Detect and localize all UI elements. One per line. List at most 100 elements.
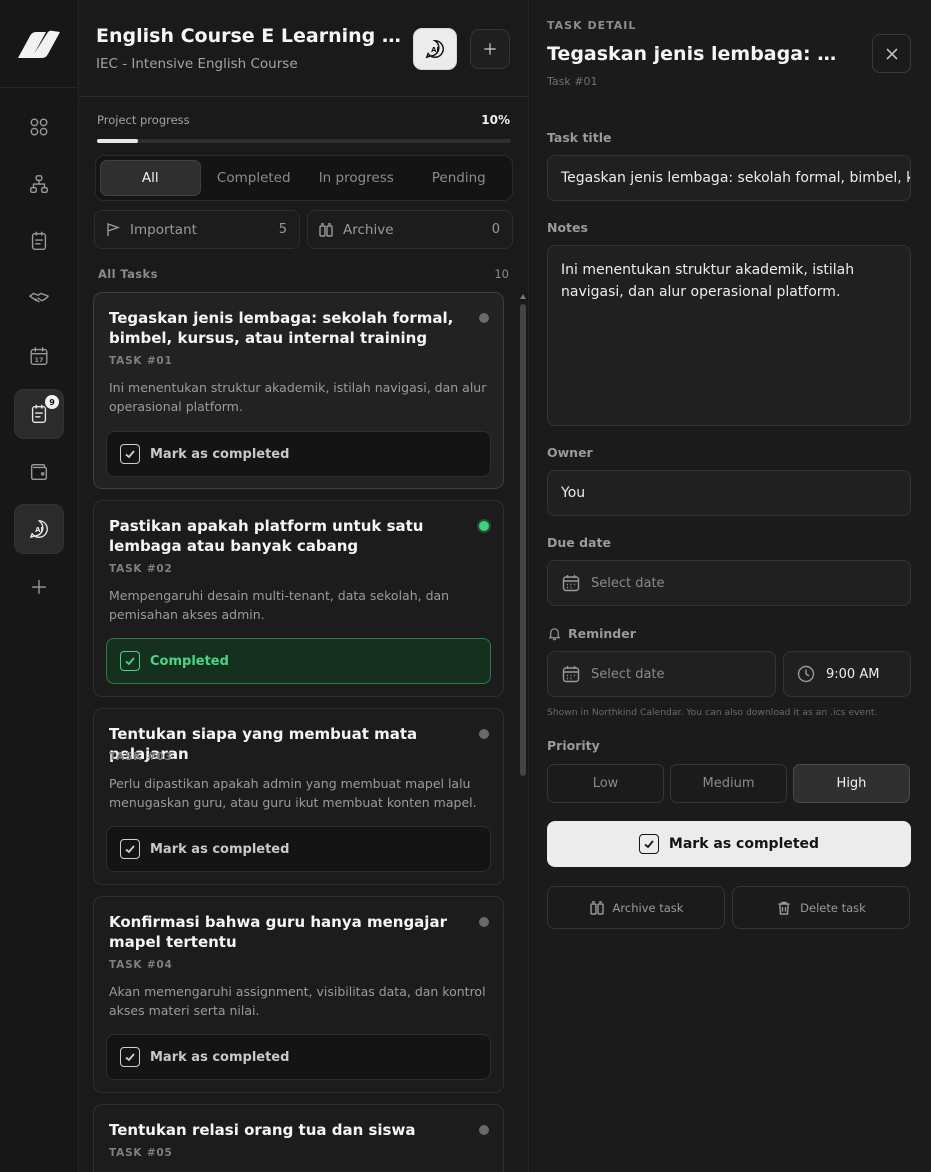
reminder-time-picker[interactable]: 9:00 AM [783, 651, 911, 697]
svg-text:AI: AI [431, 46, 439, 54]
archive-label: Archive [343, 221, 394, 238]
app-logo[interactable] [16, 30, 62, 60]
due-date-picker[interactable]: Select date [547, 560, 911, 606]
archive-icon [319, 222, 333, 237]
progress-percent: 10% [481, 113, 510, 127]
tab-completed[interactable]: Completed [205, 160, 304, 196]
nav-ai-assistant[interactable]: AI [14, 504, 64, 554]
mark-completed-label: Mark as completed [150, 1049, 290, 1065]
task-title: Konfirmasi bahwa guru hanya mengajar map… [109, 913, 447, 951]
scroll-thumb[interactable] [520, 304, 526, 776]
nav-structure[interactable] [14, 159, 64, 209]
mark-completed-button[interactable]: Mark as completed [106, 826, 491, 872]
close-detail-button[interactable] [872, 34, 911, 73]
task-card[interactable]: Tentukan siapa yang membuat mata pelajar… [93, 708, 504, 885]
task-number: TASK #04 [109, 959, 173, 971]
checkbox-icon [120, 839, 140, 859]
wallet-icon [30, 463, 48, 481]
ai-chat-icon: AI [30, 520, 48, 538]
nav-calendar[interactable]: 17 [14, 331, 64, 381]
flag-icon [107, 222, 121, 236]
tasks-count-badge: 9 [45, 395, 59, 409]
task-number: TASK #03 [109, 751, 173, 763]
hierarchy-icon [30, 175, 48, 193]
priority-label: Priority [547, 738, 600, 753]
mark-completed-label: Mark as completed [150, 446, 290, 462]
delete-task-button[interactable]: Delete task [732, 886, 910, 929]
progress-label: Project progress [97, 113, 190, 127]
delete-task-label: Delete task [800, 900, 866, 915]
ai-assistant-button[interactable]: AI [413, 28, 457, 70]
reminder-time-value: 9:00 AM [826, 666, 880, 682]
reminder-label: Reminder [547, 626, 636, 641]
task-number: TASK #01 [109, 355, 173, 367]
all-tasks-count: 10 [494, 267, 509, 281]
task-title-input[interactable]: Tegaskan jenis lembaga: sekolah formal, … [547, 155, 911, 201]
archive-task-label: Archive task [612, 900, 684, 915]
owner-label: Owner [547, 445, 593, 460]
nav-dashboard[interactable] [14, 102, 64, 152]
important-count: 5 [278, 222, 287, 237]
task-list-panel: English Course E Learning Website IEC - … [79, 0, 529, 1172]
notes-textarea[interactable]: Ini menentukan struktur akademik, istila… [547, 245, 911, 426]
tab-all[interactable]: All [100, 160, 201, 196]
task-card[interactable]: Tentukan relasi orang tua dan siswa TASK… [93, 1104, 504, 1172]
task-card[interactable]: Pastikan apakah platform untuk satu lemb… [93, 500, 504, 697]
bell-icon [548, 628, 561, 641]
svg-text:AI: AI [35, 526, 43, 534]
calendar-icon [562, 575, 580, 592]
owner-field[interactable]: You [547, 470, 911, 516]
checkbox-checked-icon [120, 651, 140, 671]
detail-task-number: Task #01 [547, 75, 598, 88]
task-detail-panel: TASK DETAIL Tegaskan jenis lembaga: seko… [530, 0, 931, 1172]
due-date-placeholder: Select date [591, 575, 665, 591]
completed-button[interactable]: Completed [106, 638, 491, 684]
priority-low[interactable]: Low [547, 764, 664, 803]
plus-icon [484, 43, 496, 55]
status-dot [479, 917, 489, 927]
important-filter[interactable]: Important 5 [94, 210, 300, 249]
archive-filter[interactable]: Archive 0 [307, 210, 513, 249]
progress-fill [97, 139, 139, 143]
task-card[interactable]: Tegaskan jenis lembaga: sekolah formal, … [93, 292, 504, 489]
scroll-up-arrow[interactable] [520, 294, 526, 299]
archive-icon [589, 900, 604, 915]
tab-in-progress[interactable]: In progress [307, 160, 406, 196]
archive-task-button[interactable]: Archive task [547, 886, 725, 929]
nav-add[interactable] [14, 562, 64, 612]
nav-tasks[interactable]: 9 [14, 389, 64, 439]
nav-notes[interactable] [14, 216, 64, 266]
mark-completed-button[interactable]: Mark as completed [106, 431, 491, 477]
detail-kicker: TASK DETAIL [547, 19, 637, 32]
task-list-scrollbar[interactable] [520, 294, 526, 1172]
handshake-icon [29, 292, 49, 303]
checkbox-icon [638, 834, 659, 854]
svg-text:17: 17 [35, 356, 44, 364]
calendar-icon: 17 [30, 347, 48, 365]
task-number: TASK #02 [109, 563, 173, 575]
priority-high[interactable]: High [793, 764, 910, 803]
priority-medium[interactable]: Medium [670, 764, 787, 803]
add-task-button[interactable] [470, 29, 510, 69]
reminder-helper-text: Shown in Northkind Calendar. You can als… [547, 707, 878, 718]
task-note: Mempengaruhi desain multi-tenant, data s… [109, 588, 450, 622]
checkbox-icon [120, 444, 140, 464]
close-icon [885, 47, 898, 60]
mark-completed-button[interactable]: Mark as completed [106, 1034, 491, 1080]
plus-icon [31, 579, 47, 595]
task-title: Tegaskan jenis lembaga: sekolah formal, … [109, 309, 454, 347]
status-dot [479, 729, 489, 739]
grid-icon [30, 118, 48, 136]
tab-pending[interactable]: Pending [410, 160, 509, 196]
nav-deals[interactable] [14, 273, 64, 323]
detail-title: Tegaskan jenis lembaga: sekolah formal, … [547, 43, 847, 65]
archive-count: 0 [491, 222, 500, 237]
task-title: Pastikan apakah platform untuk satu lemb… [109, 517, 424, 555]
mark-completed-main-button[interactable]: Mark as completed [547, 821, 911, 867]
nav-wallet[interactable] [14, 447, 64, 497]
reminder-date-placeholder: Select date [591, 666, 665, 682]
task-card[interactable]: Konfirmasi bahwa guru hanya mengajar map… [93, 896, 504, 1093]
due-date-label: Due date [547, 535, 611, 550]
status-dot [479, 1125, 489, 1135]
reminder-date-picker[interactable]: Select date [547, 651, 776, 697]
